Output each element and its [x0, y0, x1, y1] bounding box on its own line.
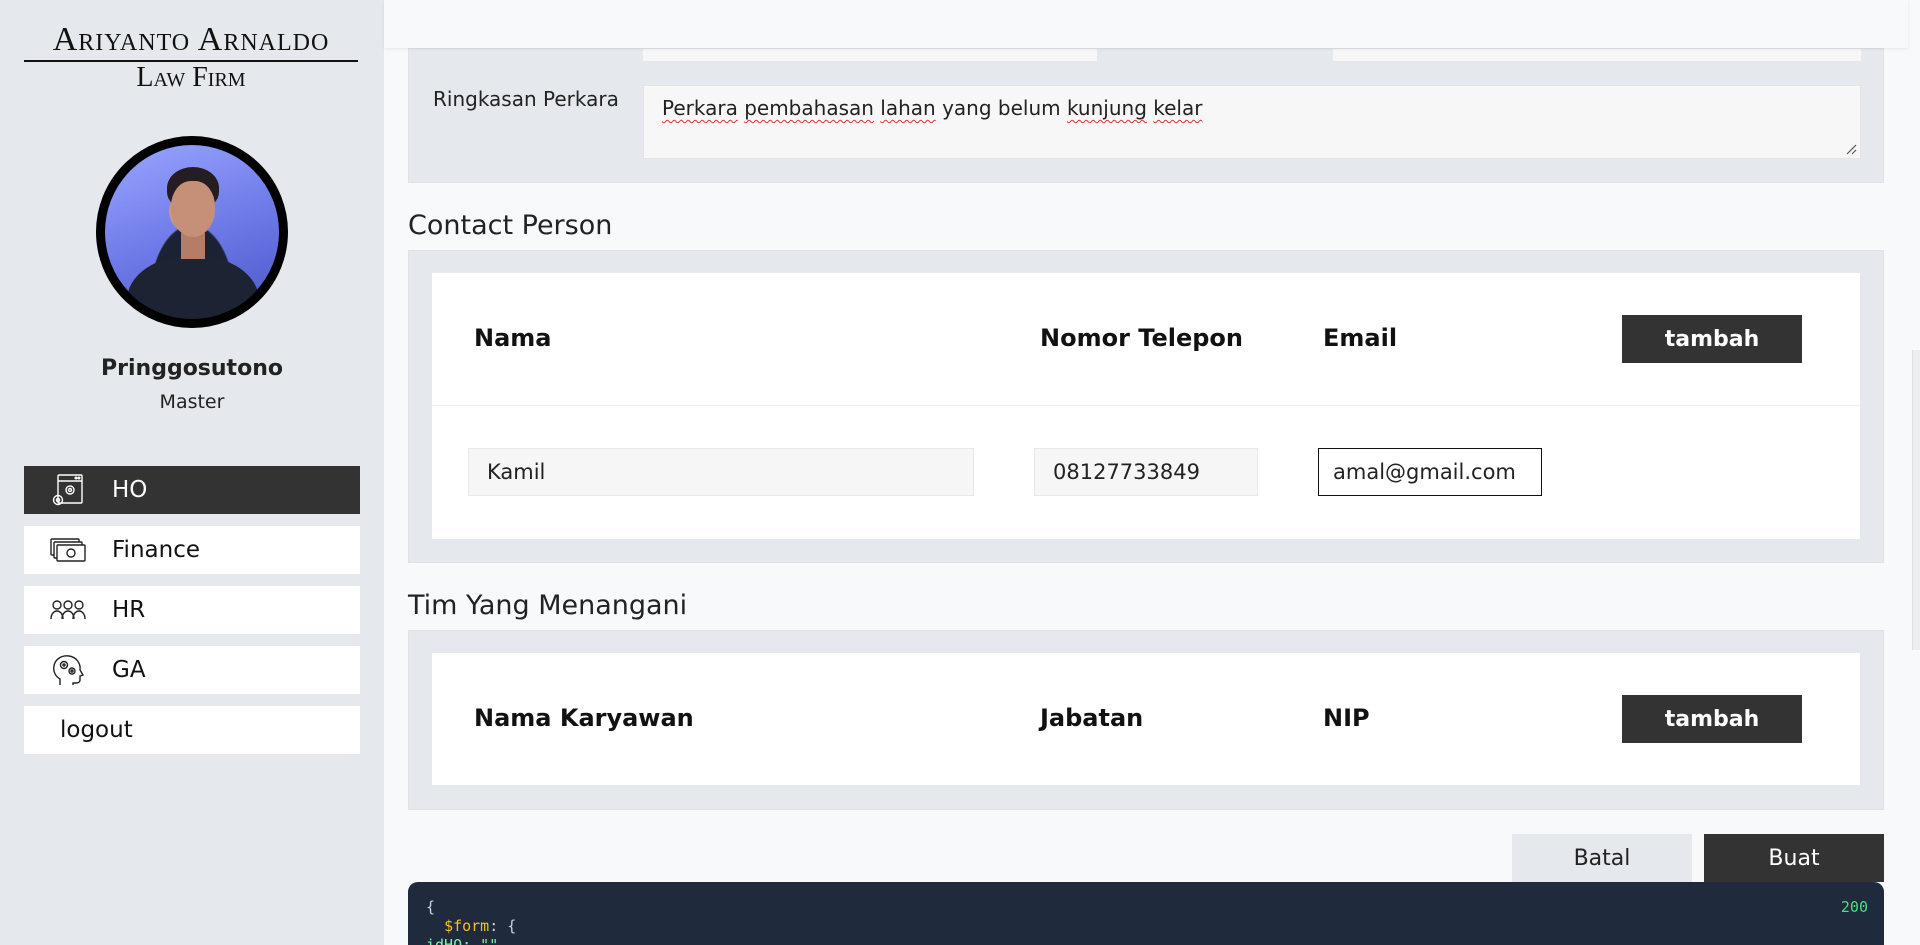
nav-item-label: GA — [112, 657, 146, 683]
people-icon — [48, 592, 88, 628]
code-line: $form: { — [426, 917, 1866, 936]
sidebar: Ariyanto Arnaldo Law Firm Pringgosutono … — [0, 0, 384, 945]
code-line: { — [426, 898, 436, 916]
contact-section-title: Contact Person — [408, 210, 613, 241]
user-name: Pringgosutono — [101, 356, 283, 381]
status-code: 200 — [1840, 898, 1868, 916]
summary-word: yang — [942, 96, 992, 120]
partial-field-left[interactable] — [643, 49, 1097, 61]
logout-label: logout — [60, 717, 133, 743]
add-contact-button[interactable]: tambah — [1622, 315, 1802, 363]
summary-word: lahan — [880, 96, 936, 120]
summary-word: pembahasan — [744, 96, 874, 120]
contact-header-email: Email — [1323, 324, 1398, 352]
logo-line-1: Ariyanto Arnaldo — [24, 20, 358, 62]
nav-item-label: HR — [112, 597, 146, 623]
case-summary-panel: Ringkasan Perkara Perkara pembahasan lah… — [408, 48, 1884, 183]
nav-item-label: HO — [112, 477, 148, 503]
nav-item-finance[interactable]: Finance — [24, 526, 360, 574]
summary-word: kunjung — [1066, 96, 1147, 120]
contact-table: Nama Nomor Telepon Email tambah Kamil 08… — [432, 273, 1860, 539]
debug-panel: { $form: { idHO: "" 200 — [408, 882, 1884, 945]
logout-button[interactable]: logout — [24, 706, 360, 754]
summary-word: belum — [997, 96, 1061, 120]
case-summary-label: Ringkasan Perkara — [433, 87, 619, 111]
code-line: idHO: "" — [426, 936, 499, 945]
team-header-position: Jabatan — [1040, 704, 1144, 732]
logo-line-2: Law Firm — [136, 62, 246, 93]
case-summary-textarea[interactable]: Perkara pembahasan lahan yang belum kunj… — [643, 85, 1861, 159]
contact-phone-input[interactable]: 08127733849 — [1034, 448, 1258, 496]
top-bar — [384, 0, 1908, 48]
contact-header-phone: Nomor Telepon — [1040, 324, 1243, 352]
scrollbar[interactable] — [1912, 350, 1920, 650]
firm-logo: Ariyanto Arnaldo Law Firm — [24, 20, 358, 94]
team-header-name: Nama Karyawan — [474, 704, 694, 732]
contact-email-input[interactable]: amal@gmail.com — [1318, 448, 1542, 496]
team-header-nip: NIP — [1323, 704, 1370, 732]
nav-item-label: Finance — [112, 537, 200, 563]
team-table: Nama Karyawan Jabatan NIP tambah — [432, 653, 1860, 785]
nav-item-ho[interactable]: HO — [24, 466, 360, 514]
head-gears-icon — [48, 652, 88, 688]
submit-button[interactable]: Buat — [1704, 834, 1884, 882]
code-key: $form — [444, 917, 490, 935]
row-divider — [432, 405, 1860, 406]
contact-header-name: Nama — [474, 324, 552, 352]
nav-item-ga[interactable]: GA — [24, 646, 360, 694]
team-section-title: Tim Yang Menangani — [408, 590, 688, 621]
resize-grip-icon[interactable] — [1845, 143, 1857, 155]
avatar — [96, 136, 288, 328]
contact-name-input[interactable]: Kamil — [468, 448, 974, 496]
summary-word: kelar — [1153, 96, 1203, 120]
summary-word: Perkara — [662, 96, 738, 120]
nav-item-hr[interactable]: HR — [24, 586, 360, 634]
code-text: : { — [489, 917, 517, 935]
partial-field-right[interactable] — [1333, 49, 1861, 61]
user-role: Master — [159, 391, 225, 413]
cancel-button[interactable]: Batal — [1512, 834, 1692, 882]
add-team-member-button[interactable]: tambah — [1622, 695, 1802, 743]
admin-settings-icon — [48, 472, 88, 508]
money-icon — [48, 532, 88, 568]
